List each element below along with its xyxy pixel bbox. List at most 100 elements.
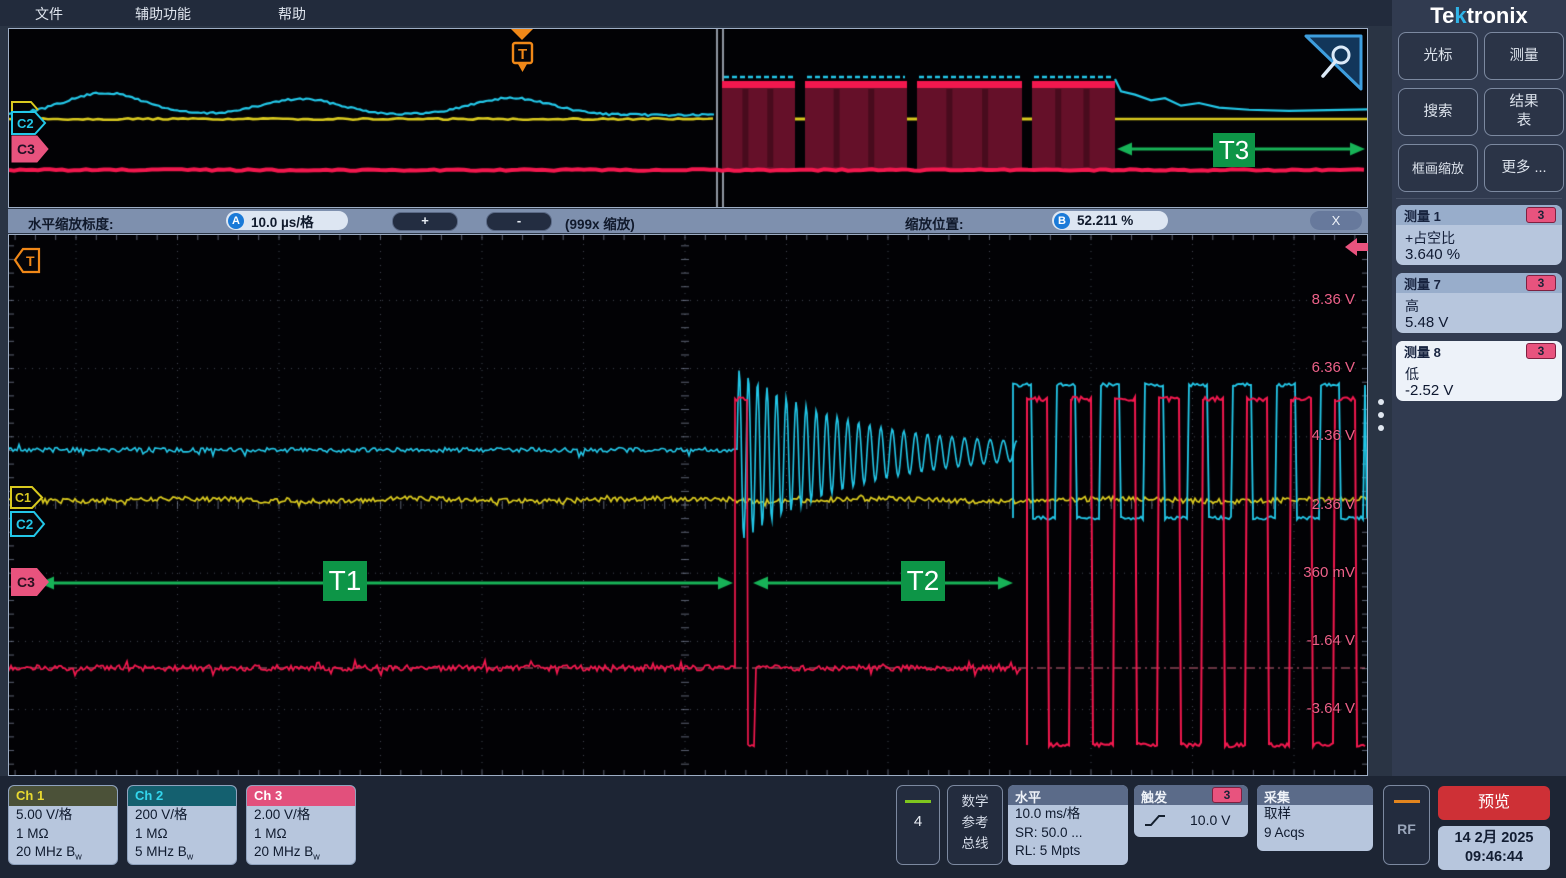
voltage-gridline-label: 360 mV xyxy=(1303,564,1355,581)
zoom-scale-value: 10.0 µs/格 xyxy=(251,211,314,231)
channel3-impedance: 1 MΩ xyxy=(247,825,355,844)
voltage-gridline-label: 4.36 V xyxy=(1312,427,1355,444)
math-ref-bus-button[interactable]: 数学 参考 总线 xyxy=(947,785,1003,865)
sidebar: Tektronix 光标 测量 搜索 结果 表 框画缩放 更多 ... 测量 1… xyxy=(1392,0,1566,778)
channel2-label[interactable]: C2 xyxy=(10,511,46,537)
datetime-badge[interactable]: 14 2月 2025 09:46:44 xyxy=(1438,826,1550,870)
acquisition-title: 采集 xyxy=(1264,787,1290,805)
rf-label: RF xyxy=(1384,821,1429,837)
channel3-name: Ch 3 xyxy=(247,786,355,806)
horizontal-sample-rate: SR: 50.0 ... xyxy=(1008,824,1128,843)
svg-text:T: T xyxy=(26,253,35,269)
channel1-label[interactable]: C1 xyxy=(10,486,44,509)
channel2-badge[interactable]: Ch 2 200 V/格 1 MΩ 5 MHz Bw xyxy=(127,785,237,865)
trigger-arrow-icon xyxy=(511,29,533,40)
voltage-gridline-label: 8.36 V xyxy=(1312,291,1355,308)
cursors-button[interactable]: 光标 xyxy=(1398,32,1478,80)
channel2-scale: 200 V/格 xyxy=(128,806,236,825)
trigger-title: 触发 xyxy=(1141,787,1167,805)
annotation-t2-label: T2 xyxy=(901,561,945,601)
horizontal-record-length: RL: 5 Mpts xyxy=(1008,842,1128,861)
measurement-badge-1[interactable]: 测量 1 3 +占空比 3.640 % xyxy=(1396,205,1562,265)
zoom-scale-label: 水平缩放标度: xyxy=(28,213,114,233)
measurement-badge-8[interactable]: 测量 8 3 低 -2.52 V xyxy=(1396,341,1562,401)
preview-button[interactable]: 预览 xyxy=(1438,786,1550,820)
menu-bar: 文件 辅助功能 帮助 xyxy=(0,0,1392,26)
zoom-scale-value-pill[interactable]: A 10.0 µs/格 xyxy=(226,211,348,230)
panel-drag-handle[interactable] xyxy=(1372,392,1390,438)
logo-text: tronix xyxy=(1467,3,1528,28)
trigger-badge[interactable]: 触发 3 10.0 V xyxy=(1134,785,1248,837)
channel1-bandwidth: 20 MHz Bw xyxy=(9,843,117,865)
rf-button[interactable]: RF xyxy=(1383,785,1430,865)
overview-waveform-canvas[interactable] xyxy=(9,29,1367,207)
date-text: 14 2月 2025 xyxy=(1438,829,1550,848)
sidebar-divider xyxy=(1396,198,1562,199)
oscilloscope-screen: { "menu": {"items": ["文件", "辅助功能", "帮助"]… xyxy=(0,0,1566,878)
measurement-badge-7[interactable]: 测量 7 3 高 5.48 V xyxy=(1396,273,1562,333)
horizontal-scale: 10.0 ms/格 xyxy=(1008,805,1128,824)
search-button[interactable]: 搜索 xyxy=(1398,88,1478,136)
svg-text:C3: C3 xyxy=(17,574,35,590)
bw-value: 20 MHz xyxy=(16,844,63,859)
main-waveform-panel: T C1 C2 C3 8.36 V 6.36 V 4.36 V 2.36 V 3… xyxy=(8,234,1368,776)
measurement-name: +占空比 xyxy=(1405,228,1455,248)
results-table-button[interactable]: 结果 表 xyxy=(1484,88,1564,136)
overview-channel2-label[interactable]: C2 xyxy=(11,111,47,135)
measurement-value: 5.48 V xyxy=(1405,314,1448,331)
zoom-close-button[interactable]: X xyxy=(1310,211,1362,230)
annotation-t3-label: T3 xyxy=(1213,133,1255,167)
more-button[interactable]: 更多 ... xyxy=(1484,144,1564,192)
menu-help[interactable]: 帮助 xyxy=(278,4,306,24)
main-waveform-canvas[interactable] xyxy=(9,235,1367,775)
zoom-in-button[interactable]: + xyxy=(392,212,458,231)
zoom-factor-label: (999x 缩放) xyxy=(565,213,635,233)
zoom-control-bar: 水平缩放标度: A 10.0 µs/格 + - (999x 缩放) 缩放位置: … xyxy=(8,209,1368,233)
channel3-badge[interactable]: Ch 3 2.00 V/格 1 MΩ 20 MHz Bw xyxy=(246,785,356,865)
draw-a-box-button[interactable]: 框画缩放 xyxy=(1398,144,1478,192)
digital-channel-color-icon xyxy=(905,800,931,803)
menu-file[interactable]: 文件 xyxy=(35,4,63,24)
bw-sub: w xyxy=(187,852,194,862)
voltage-gridline-label: -3.64 V xyxy=(1307,700,1355,717)
handle-dot-icon xyxy=(1378,412,1384,418)
knob-a-badge: A xyxy=(228,213,244,229)
menu-utility[interactable]: 辅助功能 xyxy=(135,4,191,24)
logo-text: Te xyxy=(1430,3,1454,28)
trigger-level-flag[interactable]: T xyxy=(13,247,41,274)
channel3-label[interactable]: C3 xyxy=(10,567,50,597)
measurement-source-badge: 3 xyxy=(1526,343,1556,359)
channel2-name: Ch 2 xyxy=(128,786,236,806)
measurement-title: 测量 7 xyxy=(1404,274,1441,293)
trigger-level-value: 10.0 V xyxy=(1190,812,1230,828)
channel1-name: Ch 1 xyxy=(9,786,117,806)
overview-channel3-label[interactable]: C3 xyxy=(11,135,49,163)
svg-text:C2: C2 xyxy=(17,116,34,131)
digital-channel-number: 4 xyxy=(897,813,939,830)
channel2-impedance: 1 MΩ xyxy=(128,825,236,844)
trigger-source-badge: 3 xyxy=(1212,787,1242,803)
svg-text:C3: C3 xyxy=(17,141,35,157)
zoom-position-value: 52.211 % xyxy=(1077,213,1133,228)
acquisition-badge[interactable]: 采集 取样 9 Acqs xyxy=(1257,785,1373,851)
horizontal-title: 水平 xyxy=(1015,787,1041,805)
bw-b: B xyxy=(178,844,187,859)
channel1-badge[interactable]: Ch 1 5.00 V/格 1 MΩ 20 MHz Bw xyxy=(8,785,118,865)
measurement-source-badge: 3 xyxy=(1526,275,1556,291)
trigger-position-marker[interactable]: T xyxy=(509,29,535,75)
handle-dot-icon xyxy=(1378,399,1384,405)
bw-value: 5 MHz xyxy=(135,844,174,859)
bw-sub: w xyxy=(313,852,320,862)
measurement-source-badge: 3 xyxy=(1526,207,1556,223)
zoom-magnifier-icon[interactable] xyxy=(1303,33,1365,93)
zoom-position-value-pill[interactable]: B 52.211 % xyxy=(1052,211,1168,230)
horizontal-badge[interactable]: 水平 10.0 ms/格 SR: 50.0 ... RL: 5 Mpts xyxy=(1008,785,1128,865)
digital-channel-button[interactable]: 4 xyxy=(896,785,940,865)
math-label: 数学 xyxy=(948,791,1002,812)
measure-button[interactable]: 测量 xyxy=(1484,32,1564,80)
bw-b: B xyxy=(304,844,313,859)
channel3-scale: 2.00 V/格 xyxy=(247,806,355,825)
bw-value: 20 MHz xyxy=(254,844,301,859)
rf-color-icon xyxy=(1394,800,1420,803)
zoom-out-button[interactable]: - xyxy=(486,212,552,231)
